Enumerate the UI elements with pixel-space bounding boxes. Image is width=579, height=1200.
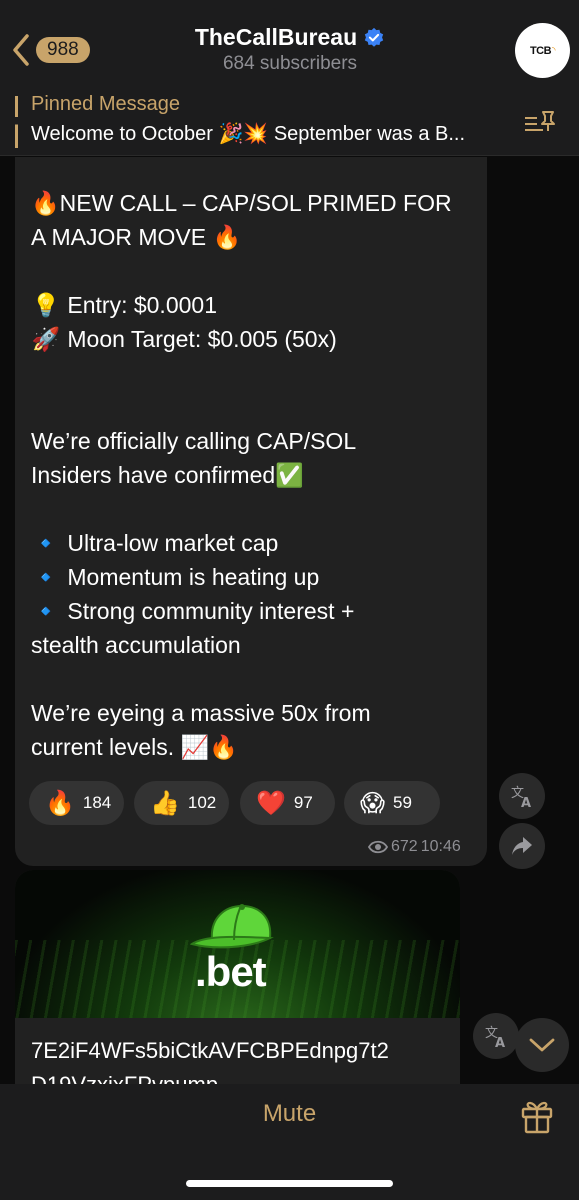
contract-address[interactable]: 7E2iF4WFs5biCtkAVFCBPEdnpg7t2 D19VzxixFP… [31,1034,389,1085]
reaction-count: 97 [293,793,313,812]
message-meta: 672 10:46 [368,838,461,856]
pinned-title: Pinned Message [31,93,180,115]
bullet-1: 🔹 Ultra-low market cap [31,526,481,560]
thumbs-up-icon: 👍 [150,789,180,817]
address-line-1: 7E2iF4WFs5biCtkAVFCBPEdnpg7t2 [31,1038,389,1063]
headline-line-2: A MAJOR MOVE 🔥 [31,224,242,250]
bulb-icon: 💡 [31,292,61,318]
unread-count-badge: 988 [36,37,90,63]
svg-text:A: A [521,796,531,809]
message-bubble-2[interactable]: .bet 7E2iF4WFs5biCtkAVFCBPEdnpg7t2 D19Vz… [15,870,460,1085]
address-line-2: D19VzxixFPvpump [31,1072,219,1085]
mute-button[interactable]: Mute [0,1100,579,1128]
diamond-bullet-icon: 🔹 [31,598,61,624]
verified-badge-icon [364,27,384,47]
channel-title-area[interactable]: TheCallBureau 684 subscribers [150,24,430,75]
calling-line: We’re officially calling CAP/SOL [31,428,357,454]
eye-icon [368,840,388,854]
home-indicator[interactable] [186,1180,393,1187]
view-count: 672 [391,838,418,855]
diamond-bullet-icon: 🔹 [31,530,61,556]
reaction-fire[interactable]: 🔥 184 [29,781,124,825]
bullet-1-text: Ultra-low market cap [67,530,279,556]
translate-icon: 文 A [511,786,531,809]
headline-line-1: 🔥NEW CALL – CAP/SOL PRIMED FOR [31,190,452,216]
back-button[interactable]: 988 [8,30,90,70]
scream-icon: 😱 [360,789,386,817]
eyeing-line-2: current levels. 📈🔥 [31,734,238,760]
pin-list-icon[interactable] [523,108,557,138]
fire-icon: 🔥 [45,789,75,817]
bullet-3: 🔹 Strong community interest + [31,594,481,628]
bullet-2-text: Momentum is heating up [67,564,320,590]
target-line: 🚀 Moon Target: $0.005 (50x) [31,322,481,356]
chevron-left-icon [13,34,29,66]
pinned-indicator [15,96,18,148]
eyeing-line-1: We’re eyeing a massive 50x from [31,700,371,726]
reaction-count: 184 [82,793,112,812]
entry-line: 💡 Entry: $0.0001 [31,288,481,322]
diamond-bullet-icon: 🔹 [31,564,61,590]
reaction-count: 102 [187,793,217,812]
chat-header: 988 TheCallBureau 684 subscribers TCB ◝ [0,0,579,88]
translate-button-2[interactable]: 文 A [473,1013,519,1059]
pinned-message-bar[interactable]: Pinned Message Welcome to October 🎉💥 Sep… [0,88,579,156]
share-button[interactable] [499,823,545,869]
preview-title: .bet [195,948,267,995]
scroll-down-button[interactable] [515,1018,569,1072]
translate-icon: 文 A [485,1026,505,1049]
translate-button[interactable]: 文 A [499,773,545,819]
bullet-3-text: Strong community interest + [67,598,355,624]
chevron-down-icon [529,1038,555,1052]
bullet-3-continued: stealth accumulation [31,632,241,658]
reaction-count: 59 [393,793,412,812]
channel-name: TheCallBureau [194,24,358,50]
svg-text:A: A [495,1036,505,1049]
heart-icon: ❤️ [256,789,286,817]
message-text: 🔥NEW CALL – CAP/SOL PRIMED FOR A MAJOR M… [31,186,481,764]
rss-icon: ◝ [552,45,556,55]
entry-text: Entry: $0.0001 [67,292,217,318]
reaction-scream[interactable]: 😱 59 [344,781,440,825]
link-preview-image[interactable]: .bet [15,870,460,1018]
insiders-line: Insiders have confirmed✅ [31,462,304,488]
bullet-2: 🔹 Momentum is heating up [31,560,481,594]
share-arrow-icon [512,837,532,855]
message-time: 10:46 [420,838,461,855]
reaction-thumbs-up[interactable]: 👍 102 [134,781,229,825]
rocket-icon: 🚀 [31,326,61,352]
target-text: Moon Target: $0.005 (50x) [67,326,337,352]
avatar-text: TCB [529,44,552,57]
subscriber-count: 684 subscribers [222,53,358,74]
gift-icon[interactable] [519,1095,555,1135]
reaction-heart[interactable]: ❤️ 97 [240,781,335,825]
pinned-text: Welcome to October 🎉💥 September was a B.… [31,123,466,145]
channel-avatar[interactable]: TCB ◝ [515,23,570,78]
